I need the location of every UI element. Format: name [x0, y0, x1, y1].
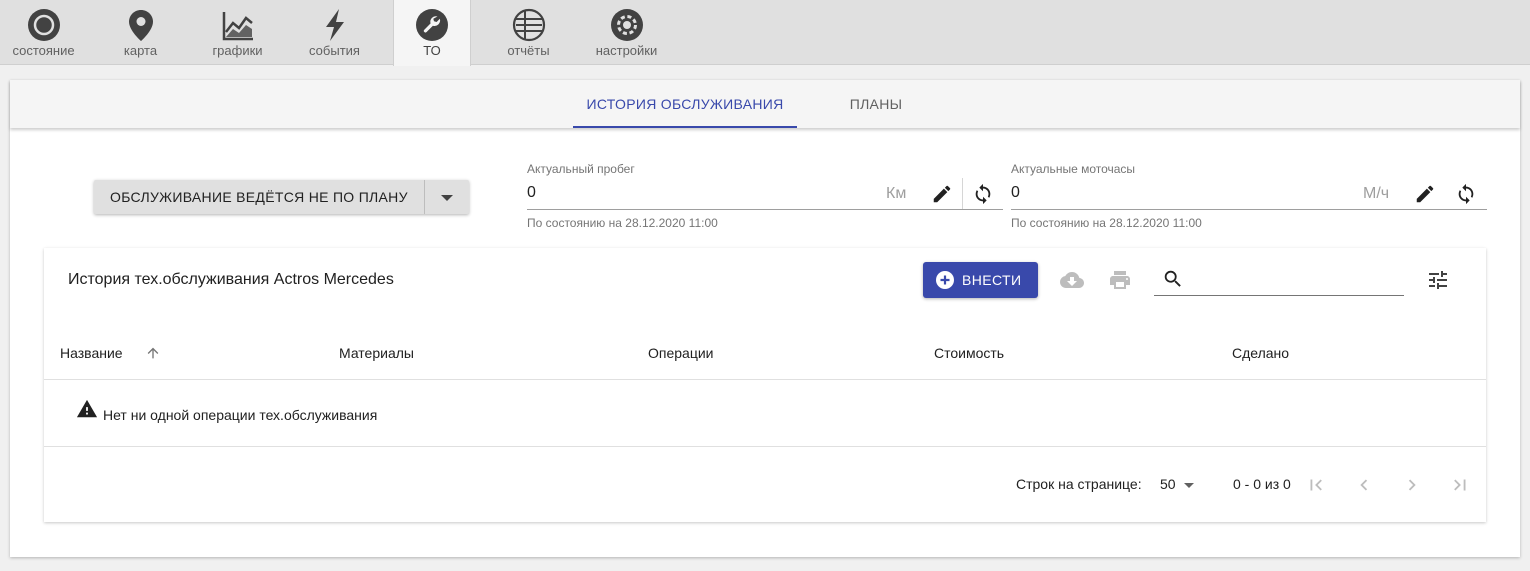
rows-per-page-label: Строк на странице:	[1016, 476, 1142, 492]
tab-history[interactable]: ИСТОРИЯ ОБСЛУЖИВАНИЯ	[573, 80, 797, 128]
print-button[interactable]	[1106, 266, 1134, 294]
add-maintenance-label: ВНЕСТИ	[962, 272, 1022, 288]
tab-plans[interactable]: ПЛАНЫ	[826, 80, 926, 128]
history-table-card: История тех.обслуживания Actros Mercedes…	[44, 248, 1486, 522]
nav-item-settings[interactable]: настройки	[578, 0, 675, 65]
tune-icon	[1429, 271, 1447, 289]
pencil-icon	[933, 185, 951, 203]
nav-item-status[interactable]: состояние	[0, 0, 92, 65]
pagination-range: 0 - 0 из 0	[1233, 476, 1291, 492]
nav-item-charts[interactable]: графики	[189, 0, 286, 65]
next-page-button[interactable]	[1399, 472, 1425, 498]
column-header-name[interactable]: Название	[60, 345, 159, 361]
gear-icon	[610, 9, 643, 41]
mileage-label: Актуальный пробег	[527, 162, 635, 176]
mileage-field: Актуальный пробег Км По состоянию на 28.…	[527, 162, 1003, 232]
motohours-label: Актуальные моточасы	[1011, 162, 1136, 176]
add-maintenance-button[interactable]: ВНЕСТИ	[923, 262, 1038, 298]
motohours-unit: М/ч	[1363, 185, 1390, 202]
divider	[962, 178, 963, 209]
empty-message: Нет ни одной операции тех.обслуживания	[103, 407, 378, 423]
nav-label: отчёты	[507, 43, 550, 58]
column-header-done[interactable]: Сделано	[1232, 345, 1289, 361]
report-icon	[512, 8, 545, 42]
column-header-operations[interactable]: Операции	[648, 345, 714, 361]
column-header-materials[interactable]: Материалы	[339, 345, 414, 361]
pencil-icon	[1416, 185, 1434, 203]
nav-label: настройки	[595, 43, 658, 58]
history-title: История тех.обслуживания Actros Mercedes	[68, 271, 394, 288]
print-icon	[1110, 271, 1130, 289]
first-page-icon	[1310, 479, 1322, 491]
edit-mileage-button[interactable]	[926, 178, 958, 210]
filter-columns-button[interactable]	[1424, 266, 1452, 294]
motohours-underline	[1011, 209, 1487, 210]
chart-icon	[222, 12, 253, 41]
refresh-motohours-button[interactable]	[1450, 178, 1482, 210]
edit-motohours-button[interactable]	[1409, 178, 1441, 210]
table-pagination: Строк на странице: 50 0 - 0 из 0	[44, 448, 1486, 522]
status-circle-icon	[27, 9, 60, 41]
cloud-download-icon	[1060, 272, 1084, 288]
rows-per-page-value: 50	[1160, 476, 1176, 492]
search-box	[1154, 262, 1404, 296]
search-input[interactable]	[1192, 268, 1397, 290]
mileage-underline	[527, 209, 1003, 210]
nav-item-maintenance[interactable]: ТО	[393, 0, 471, 66]
nav-label: ТО	[423, 43, 441, 58]
refresh-mileage-button[interactable]	[967, 178, 999, 210]
sync-icon	[975, 183, 991, 205]
nav-label: состояние	[12, 43, 75, 58]
tabs-bar: ИСТОРИЯ ОБСЛУЖИВАНИЯ ПЛАНЫ	[10, 80, 1520, 128]
nav-label: графики	[212, 43, 263, 58]
arrow-up-icon	[147, 347, 159, 359]
chevron-right-icon	[1408, 479, 1416, 491]
table-header: Название Материалы Операции Стоимость Сд…	[44, 328, 1486, 380]
last-page-button[interactable]	[1447, 472, 1473, 498]
prev-page-button[interactable]	[1351, 472, 1377, 498]
mileage-unit: Км	[886, 185, 907, 202]
chevron-left-icon	[1360, 479, 1368, 491]
maintenance-mode-split-button: ОБСЛУЖИВАНИЕ ВЕДЁТСЯ НЕ ПО ПЛАНУ	[94, 180, 469, 214]
column-header-cost[interactable]: Стоимость	[934, 345, 1004, 361]
search-icon	[1164, 270, 1181, 287]
nav-item-map[interactable]: карта	[92, 0, 189, 65]
mileage-hint: По состоянию на 28.12.2020 11:00	[527, 216, 718, 230]
motohours-field: Актуальные моточасы М/ч По состоянию на …	[1011, 162, 1487, 232]
download-button[interactable]	[1058, 266, 1086, 294]
first-page-button[interactable]	[1303, 472, 1329, 498]
last-page-icon	[1454, 479, 1466, 491]
map-pin-icon	[128, 10, 153, 41]
top-nav: состояние карта графики события ТО отчёт…	[0, 0, 1530, 66]
nav-item-reports[interactable]: отчёты	[480, 0, 577, 65]
nav-label: карта	[123, 43, 158, 58]
rows-per-page-select[interactable]: 50	[1160, 474, 1204, 496]
warning-icon	[76, 399, 98, 418]
nav-item-events[interactable]: события	[286, 0, 383, 65]
motohours-input[interactable]	[1011, 184, 1361, 202]
maintenance-mode-dropdown[interactable]	[425, 180, 469, 214]
mileage-input[interactable]	[527, 184, 877, 202]
column-header-label: Название	[60, 345, 123, 361]
wrench-icon	[416, 9, 448, 41]
lightning-icon	[325, 9, 344, 41]
maintenance-card: ИСТОРИЯ ОБСЛУЖИВАНИЯ ПЛАНЫ ОБСЛУЖИВАНИЕ …	[10, 80, 1520, 557]
motohours-hint: По состоянию на 28.12.2020 11:00	[1011, 216, 1202, 230]
maintenance-mode-button[interactable]: ОБСЛУЖИВАНИЕ ВЕДЁТСЯ НЕ ПО ПЛАНУ	[94, 180, 425, 214]
add-circle-icon	[936, 271, 954, 289]
sync-icon	[1458, 183, 1474, 205]
empty-table-row: Нет ни одной операции тех.обслуживания	[44, 380, 1486, 447]
nav-label: события	[309, 43, 360, 58]
